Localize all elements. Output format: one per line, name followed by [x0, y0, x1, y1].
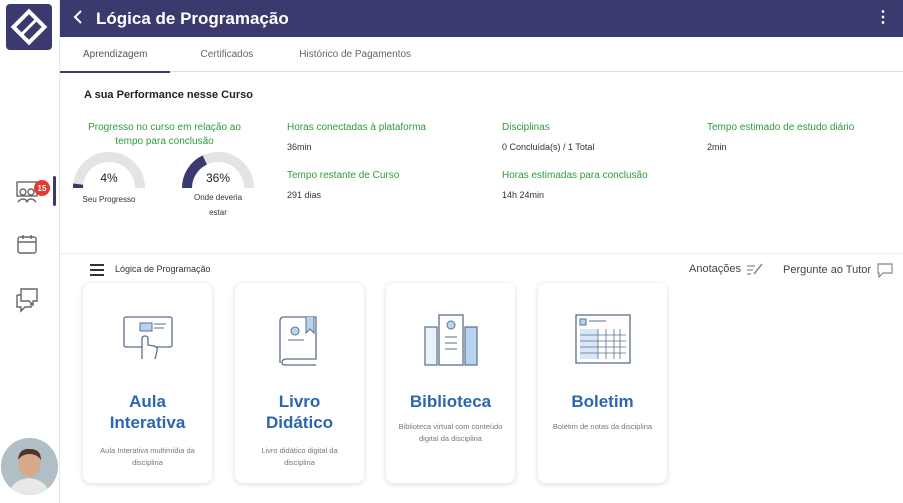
chat-icon[interactable] [12, 284, 42, 314]
card-description: Livro didático digital da disciplina [261, 446, 338, 467]
card-title-line1: Livro [278, 392, 321, 411]
stat-label: Horas estimadas para conclusão [502, 170, 648, 181]
user-avatar[interactable] [1, 438, 58, 495]
hamburger-menu-icon[interactable] [90, 264, 104, 276]
card-description: Aula Interativa multimídia da disciplina [100, 446, 195, 467]
interactive-class-icon [83, 313, 212, 371]
chat-bubble-icon [877, 263, 893, 278]
tab-aprendizagem[interactable]: Aprendizagem [60, 37, 171, 73]
card-title: Boletim [571, 392, 634, 411]
tab-bar: Aprendizagem Certificados Histórico de P… [60, 37, 903, 73]
expected-progress-caption: Onde deveria estar [193, 193, 243, 217]
book-icon [235, 313, 364, 371]
my-progress-caption: Seu Progresso [82, 195, 136, 204]
card-title: Biblioteca [409, 392, 492, 411]
active-indicator [53, 176, 56, 206]
stat-label: Tempo estimado de estudo diário [707, 122, 855, 133]
stat-value: 2min [707, 142, 727, 152]
stat-hours-estimated: Horas estimadas para conclusão 14h 24min [502, 170, 648, 203]
stat-value: 0 Concluída(s) / 1 Total [502, 142, 595, 152]
stat-time-remaining: Tempo restante de Curso 291 dias [287, 170, 399, 203]
card-title-line2: Didático [265, 413, 334, 432]
tab-certificados[interactable]: Certificados [170, 37, 276, 72]
card-description: Boletim de notas da disciplina [552, 422, 653, 431]
course-name: Lógica de Programação [115, 264, 211, 274]
calendar-icon[interactable] [12, 229, 42, 259]
card-aula-interativa[interactable]: Aula Interativa Aula Interativa multimíd… [83, 283, 212, 483]
stat-disciplines: Disciplinas 0 Concluída(s) / 1 Total [502, 122, 594, 155]
library-icon [386, 313, 515, 371]
pencil-lines-icon [746, 263, 763, 275]
card-title: Aula Interativa [87, 391, 208, 433]
logo-icon [10, 8, 48, 46]
card-title-line2: Interativa [109, 413, 186, 432]
card-title: Livro Didático [239, 391, 360, 433]
card-biblioteca[interactable]: Biblioteca Biblioteca virtual com conteú… [386, 283, 515, 483]
stat-value: 36min [287, 142, 312, 152]
card-description: Biblioteca virtual com conteúdo digital … [398, 422, 503, 443]
my-progress-gauge: 4% [72, 151, 146, 189]
stat-label: Disciplinas [502, 122, 550, 133]
back-arrow-icon [73, 10, 82, 24]
notes-label: Anotações [689, 263, 741, 275]
section-divider [60, 253, 903, 254]
ask-tutor-label: Pergunte ao Tutor [783, 264, 872, 276]
expected-progress-gauge: 36% [181, 151, 255, 189]
more-options-button[interactable]: ⋮ [875, 8, 891, 28]
page-title: Lógica de Programação [96, 8, 289, 28]
stat-daily-time: Tempo estimado de estudo diário 2min [707, 122, 854, 155]
notification-badge: 15 [34, 180, 50, 196]
stat-value: 291 dias [287, 190, 322, 200]
performance-title: A sua Performance nesse Curso [84, 89, 253, 101]
sidebar: 15 [0, 0, 60, 503]
stat-label: Tempo restante de Curso [287, 170, 400, 181]
top-header: Lógica de Programação ⋮ [60, 0, 903, 37]
stat-label: Horas conectadas à plataforma [287, 122, 426, 133]
card-livro-didatico[interactable]: Livro Didático Livro didático digital da… [235, 283, 364, 483]
ask-tutor-button[interactable]: Pergunte ao Tutor [783, 262, 894, 278]
tab-historico-pagamentos[interactable]: Histórico de Pagamentos [276, 37, 434, 72]
stat-value: 14h 24min [502, 190, 545, 200]
my-progress-value: 4% [100, 171, 118, 185]
expected-progress-value: 36% [205, 171, 231, 185]
card-boletim[interactable]: Boletim Boletim de notas da disciplina [538, 283, 667, 483]
progress-label: Progresso no curso em relação ao tempo p… [88, 122, 241, 147]
card-title-line1: Aula [129, 392, 166, 411]
notes-button[interactable]: Anotações [689, 262, 764, 276]
stat-hours-connected: Horas conectadas à plataforma 36min [287, 122, 426, 155]
report-card-icon [538, 313, 667, 371]
back-button[interactable] [60, 8, 96, 29]
app-logo[interactable] [6, 4, 52, 50]
